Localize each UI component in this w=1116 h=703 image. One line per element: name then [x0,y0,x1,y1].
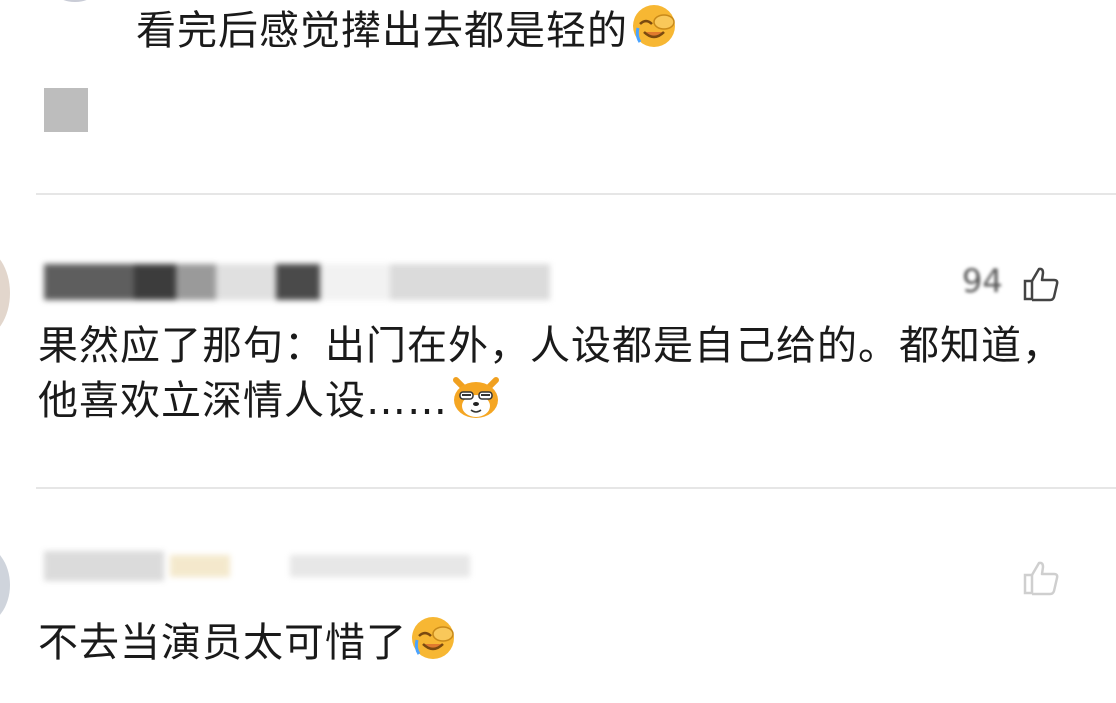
comment-text: 不去当演员太可惜了 [38,614,457,675]
comment-list: 看完后感觉撵出去都是轻的 94 果然应了那句：出门在外，人设都是自己给的。都知道… [0,0,1116,703]
avatar[interactable] [0,248,10,338]
thumbs-up-icon[interactable] [1022,560,1062,596]
avatar[interactable] [0,545,10,625]
username[interactable] [44,548,470,584]
avatar[interactable] [40,0,110,2]
divider [36,487,1116,489]
facepalm-emoji-icon [630,2,678,63]
facepalm-emoji-icon [409,614,457,675]
username[interactable] [44,262,550,302]
thumbs-up-icon[interactable] [1022,266,1062,302]
comment-image-thumbnail[interactable] [44,88,88,132]
comment-text: 果然应了那句：出门在外，人设都是自己给的。都知道，他喜欢立深情人设…… [38,320,1078,433]
cat-emoji-icon [450,372,502,433]
divider [36,193,1116,195]
like-count: 94 [962,262,1003,300]
comment-text: 看完后感觉撵出去都是轻的 [136,2,678,63]
